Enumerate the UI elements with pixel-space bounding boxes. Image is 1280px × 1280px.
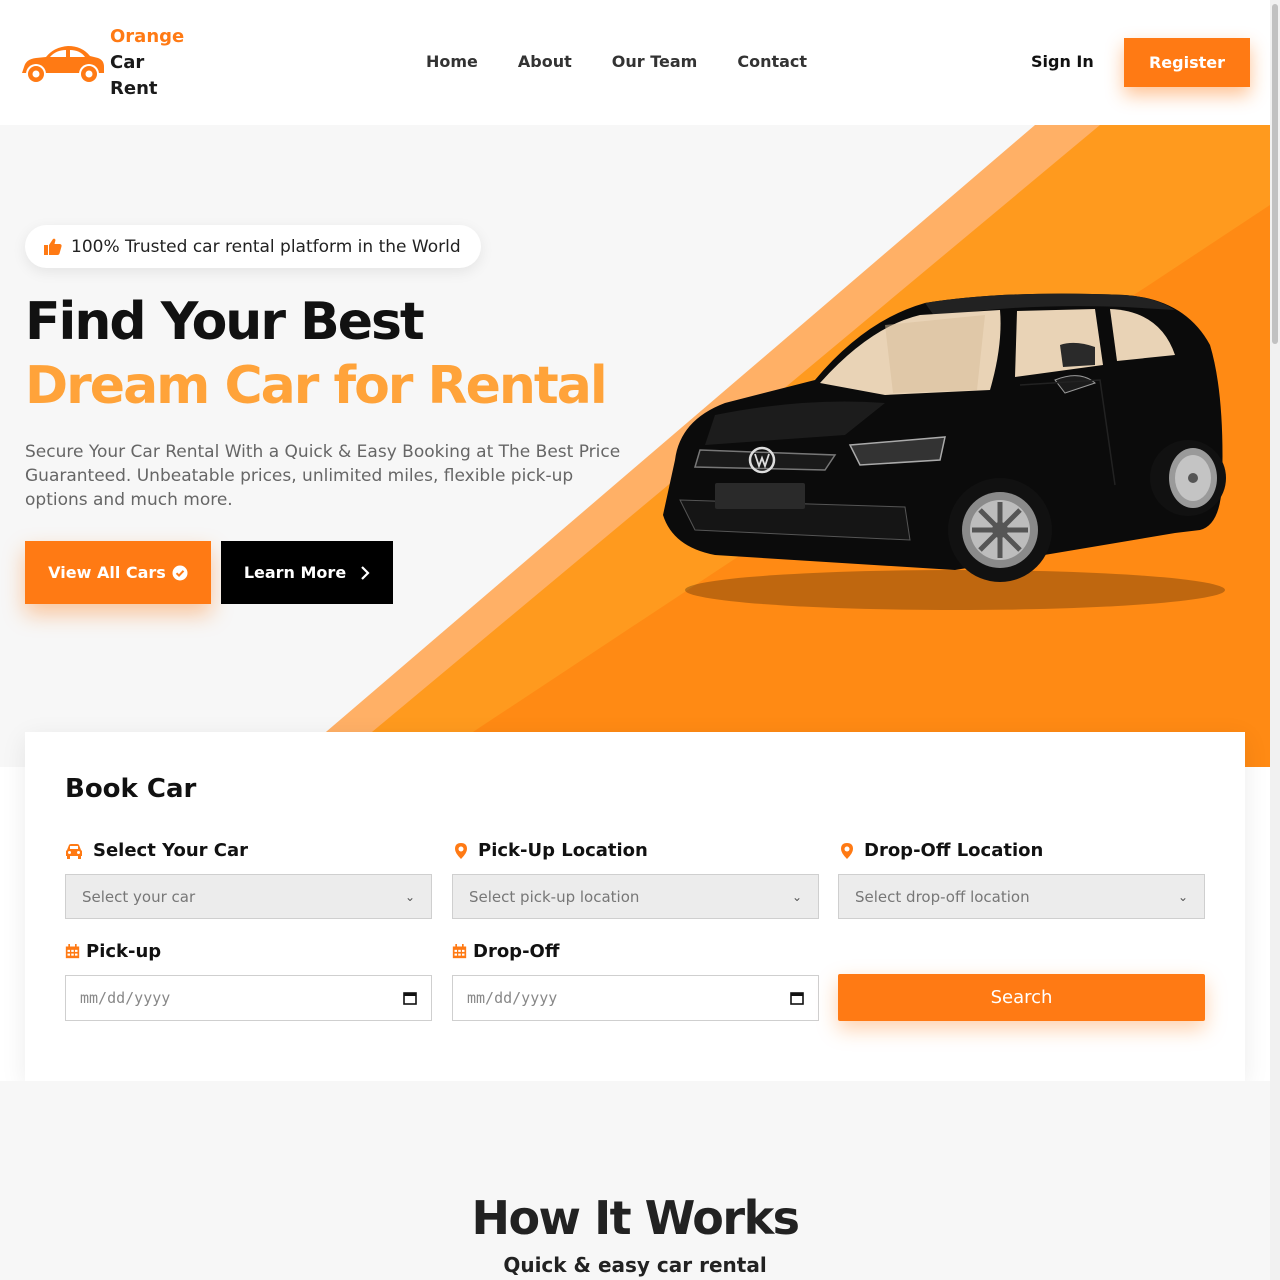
dropoff-date-input[interactable]: mm/dd/yyyy (452, 975, 819, 1021)
select-car-placeholder: Select your car (82, 887, 196, 906)
how-it-works-subtitle: Quick & easy car rental (503, 1253, 767, 1277)
learn-more-button[interactable]: Learn More (221, 541, 393, 604)
scrollbar-thumb[interactable] (1272, 4, 1278, 344)
pickup-location-label: Pick-Up Location (452, 840, 648, 861)
pickup-location-dropdown[interactable]: Select pick-up location ⌄ (452, 874, 819, 919)
page-scrollbar[interactable] (1270, 0, 1280, 1280)
book-car-card: Book Car Select Your Car Select your car… (25, 732, 1245, 1081)
chevron-down-icon: ⌄ (404, 889, 415, 904)
dropoff-location-label: Drop-Off Location (838, 840, 1043, 861)
chevron-down-icon: ⌄ (1177, 889, 1188, 904)
calendar-picker-icon[interactable] (403, 991, 417, 1005)
pickup-date-placeholder: mm/dd/yyyy (80, 989, 171, 1007)
dropoff-location-dropdown[interactable]: Select drop-off location ⌄ (838, 874, 1205, 919)
car-logo-icon (22, 46, 104, 84)
sign-in-link[interactable]: Sign In (1031, 52, 1094, 71)
brand-line-3: Rent (110, 78, 158, 99)
chevron-down-icon: ⌄ (791, 889, 802, 904)
brand-line-1: Orange (110, 26, 185, 47)
brand-logo[interactable]: Orange Car Rent (18, 24, 184, 102)
dropoff-date-label-text: Drop-Off (473, 941, 560, 962)
chevron-right-icon (361, 565, 370, 580)
learn-more-label: Learn More (243, 563, 347, 582)
car-icon (66, 843, 82, 859)
map-pin-icon (841, 842, 853, 859)
pickup-date-label: Pick-up (65, 941, 161, 962)
view-all-cars-label: View All Cars (48, 563, 166, 582)
pickup-location-placeholder: Select pick-up location (469, 887, 640, 906)
site-header: Orange Car Rent Home About Our Team Cont… (0, 0, 1270, 125)
nav-contact[interactable]: Contact (737, 52, 807, 71)
brand-name: Orange Car Rent (110, 24, 184, 102)
trust-badge: 100% Trusted car rental platform in the … (25, 225, 481, 268)
dropoff-location-placeholder: Select drop-off location (855, 887, 1030, 906)
thumbs-up-icon (44, 238, 62, 255)
calendar-picker-icon[interactable] (790, 991, 804, 1005)
hero-description: Secure Your Car Rental With a Quick & Ea… (25, 442, 621, 510)
main-nav: Home About Our Team Contact (426, 52, 807, 71)
nav-about[interactable]: About (518, 52, 572, 71)
how-it-works-title: How It Works (471, 1191, 800, 1245)
trust-badge-text: 100% Trusted car rental platform in the … (71, 236, 461, 257)
hero-title-line-2: Dream Car for Rental (25, 356, 608, 416)
dropoff-location-label-text: Drop-Off Location (864, 840, 1044, 861)
pickup-location-label-text: Pick-Up Location (478, 840, 648, 861)
map-pin-icon (455, 842, 467, 859)
hero-title-line-1: Find Your Best (25, 292, 425, 352)
register-button[interactable]: Register (1124, 38, 1250, 87)
select-car-label: Select Your Car (65, 840, 248, 861)
select-car-dropdown[interactable]: Select your car ⌄ (65, 874, 432, 919)
dropoff-date-placeholder: mm/dd/yyyy (467, 989, 558, 1007)
select-car-label-text: Select Your Car (93, 840, 249, 861)
hero-car-image (663, 293, 1226, 610)
book-car-title: Book Car (65, 774, 197, 804)
check-circle-icon (172, 565, 188, 580)
calendar-icon (65, 944, 80, 959)
nav-our-team[interactable]: Our Team (612, 52, 698, 71)
nav-home[interactable]: Home (426, 52, 478, 71)
how-it-works-section: How It Works Quick & easy car rental (0, 1081, 1270, 1280)
pickup-date-label-text: Pick-up (86, 941, 162, 962)
search-button[interactable]: Search (838, 974, 1205, 1021)
dropoff-date-label: Drop-Off (452, 941, 559, 962)
view-all-cars-button[interactable]: View All Cars (25, 541, 211, 604)
pickup-date-input[interactable]: mm/dd/yyyy (65, 975, 432, 1021)
calendar-icon (452, 944, 467, 959)
brand-line-2: Car (110, 52, 145, 73)
